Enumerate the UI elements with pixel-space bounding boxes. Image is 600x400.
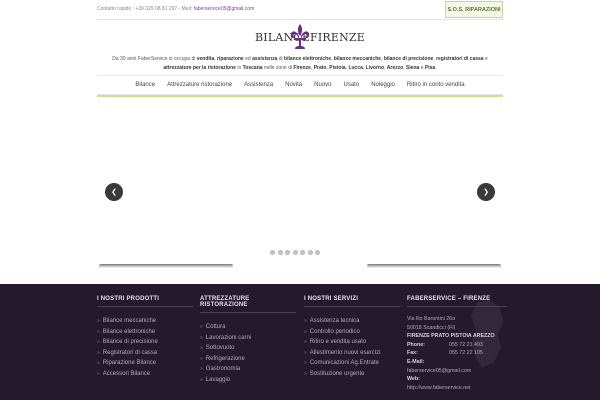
footer-col-products: I NOSTRI PRODOTTI » Bilance meccaniche » B…	[97, 296, 193, 379]
slider-pagination	[270, 250, 320, 255]
logo-word-firenze: FIRENZE	[310, 31, 365, 44]
slider-dot-6[interactable]	[307, 250, 313, 255]
footer-link[interactable]: » Ritiro e vendita usato	[304, 337, 400, 348]
contact-details: Via llio Barontini 26a 50018 Scandicci (…	[407, 315, 507, 392]
nav-item-ritiro-conto-vendita[interactable]: Ritiro in conto vendita	[401, 76, 471, 94]
address-line-1: Via llio Barontini 26a	[407, 316, 456, 322]
footer-col-title: FABERSERVICE – FIRENZE	[407, 296, 507, 307]
footer-link[interactable]: » Gastronomia	[200, 364, 296, 375]
footer-link[interactable]: » Lavaggio	[200, 375, 296, 386]
top-bar: Contatto rapido : +39 329 08 81 297 - Ma…	[0, 0, 600, 20]
nav-item-nuovo[interactable]: Nuovo	[308, 76, 337, 94]
nav-item-usato[interactable]: Usato	[338, 76, 366, 94]
footer-link[interactable]: » Accessori Bilance	[97, 369, 193, 380]
main-nav: Bilance Attrezzature ristorazione Assist…	[97, 75, 503, 95]
nav-item-noleggio[interactable]: Noleggio	[365, 76, 401, 94]
chevron-right-icon: ❯	[483, 189, 489, 196]
address-line-2: 50018 Scandicci (Fi)	[407, 324, 456, 331]
footer-link[interactable]: » Bilance elettroniche	[97, 327, 193, 338]
footer-link[interactable]: » Bilance meccaniche	[97, 316, 193, 327]
intro-text: Da 30 anni FaberService si occupa di ven…	[112, 56, 488, 71]
nav-item-attrezzature-ristorazione[interactable]: Attrezzature ristorazione	[161, 76, 238, 94]
footer-web-link[interactable]: http://www.faberservice.net	[407, 385, 471, 391]
footer-link[interactable]: » Registratori di cassa	[97, 348, 193, 359]
footer-email-link[interactable]: faberservice05@gmail.com	[407, 368, 471, 374]
nav-item-novita[interactable]: Novità	[279, 76, 308, 94]
served-cities: FIRENZE PRATO PISTOIA AREZZO	[407, 333, 495, 340]
site-footer: I NOSTRI PRODOTTI » Bilance meccaniche » B…	[0, 284, 600, 400]
quick-contact: Contatto rapido : +39 329 08 81 297 - Ma…	[97, 6, 254, 12]
footer-link[interactable]: » Riparazione Bilance	[97, 358, 193, 369]
slider-shadow-right	[367, 264, 501, 268]
slider-dot-4[interactable]	[292, 250, 298, 255]
footer-link[interactable]: » Cottura	[200, 322, 296, 333]
footer-link[interactable]: » Comunicazioni Ag.Entrate	[304, 358, 400, 369]
site-logo[interactable]: BILANCE FIRENZE	[255, 24, 365, 50]
slider-next-button[interactable]: ❯	[477, 183, 495, 201]
phone-number[interactable]: 055 72 21 493	[449, 342, 483, 348]
sos-repair-button[interactable]: S.O.S. RIPARAZIONI	[445, 1, 503, 18]
slider-prev-button[interactable]: ❮	[105, 183, 123, 201]
fleur-de-lis-icon	[291, 24, 309, 49]
footer-link[interactable]: » Controllo periodico	[304, 327, 400, 338]
slider-dot-3[interactable]	[285, 250, 290, 255]
footer-col-contacts: FABERSERVICE – FIRENZE Via llio Barontin…	[407, 296, 507, 392]
slider-dot-5[interactable]	[300, 250, 305, 255]
nav-accent-line	[97, 95, 503, 97]
nav-item-assistenza[interactable]: Assistenza	[238, 76, 279, 94]
footer-col-services: I NOSTRI SERVIZI » Assistenza tecnica » Co…	[304, 296, 400, 379]
footer-link[interactable]: » Sostituzione urgente	[304, 369, 400, 380]
slider-dot-2[interactable]	[277, 250, 283, 255]
quick-contact-text: Contatto rapido : +39 329 08 81 297 - Ma…	[97, 6, 193, 12]
slider-shadow-left	[99, 264, 233, 268]
footer-col-title: I NOSTRI SERVIZI	[304, 296, 400, 307]
nav-item-bilance[interactable]: Bilance	[129, 76, 161, 94]
footer-link[interactable]: » Allestimento nuovi esercizi	[304, 348, 400, 359]
footer-link[interactable]: » Refrigerazione	[200, 354, 296, 365]
footer-col-title: ATTREZZATURE RISTORAZIONE	[200, 296, 296, 313]
slider-dot-7[interactable]	[315, 250, 320, 255]
footer-link[interactable]: » Lavorazioni carni	[200, 333, 296, 344]
footer-col-equipment: ATTREZZATURE RISTORAZIONE » Cottura » Lavo…	[200, 296, 296, 385]
footer-link[interactable]: » Bilance di precisione	[97, 337, 193, 348]
slider-dot-1[interactable]	[270, 250, 275, 255]
footer-col-title: I NOSTRI PRODOTTI	[97, 296, 193, 307]
top-divider	[97, 19, 503, 20]
footer-link[interactable]: » Sottovuoto	[200, 343, 296, 354]
chevron-left-icon: ❮	[111, 189, 117, 196]
fax-number: 055 72 22 105	[449, 350, 483, 357]
quick-contact-email-link[interactable]: faberservice05@gmail.com	[194, 6, 255, 12]
footer-link[interactable]: » Assistenza tecnica	[304, 316, 400, 327]
